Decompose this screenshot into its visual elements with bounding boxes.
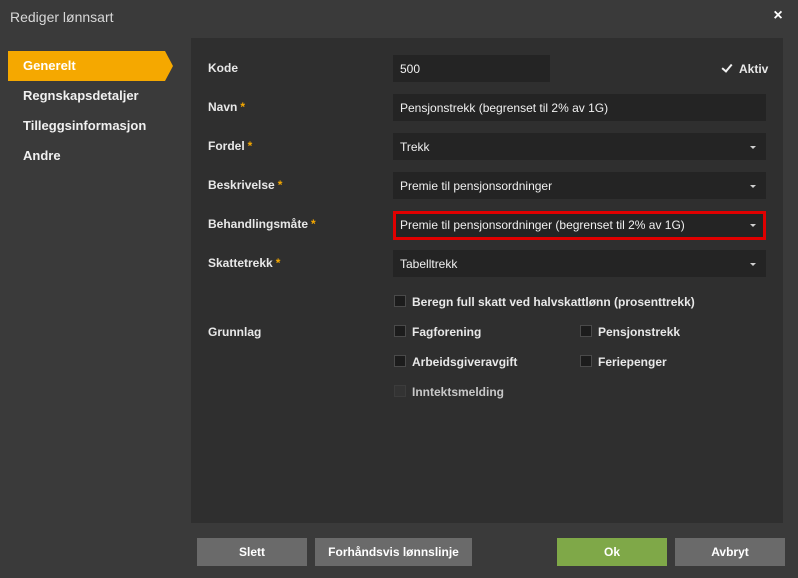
chevron-down-icon — [750, 224, 756, 227]
chevron-down-icon — [750, 263, 756, 266]
beskrivelse-select[interactable]: Premie til pensjonsordninger — [393, 172, 766, 199]
beskrivelse-value: Premie til pensjonsordninger — [400, 179, 553, 193]
aktiv-label: Aktiv — [739, 62, 769, 76]
behandlingsmate-value: Premie til pensjonsordninger (begrenset … — [400, 218, 685, 232]
feriepenger-checkbox[interactable] — [580, 355, 592, 367]
close-icon[interactable]: × — [770, 8, 786, 24]
behandlingsmate-label: Behandlingsmåte * — [208, 217, 316, 231]
grunnlag-label: Grunnlag — [208, 325, 262, 339]
chevron-down-icon — [750, 185, 756, 188]
form-panel: Kode 500 Aktiv Navn * Pensjonstrekk (begr… — [191, 38, 783, 523]
fordel-label: Fordel * — [208, 139, 253, 153]
skattetrekk-label: Skattetrekk * — [208, 256, 281, 270]
skattetrekk-select[interactable]: Tabelltrekk — [393, 250, 766, 277]
ok-button[interactable]: Ok — [557, 538, 667, 566]
aktiv-checkbox[interactable] — [721, 62, 733, 74]
pensjonstrekk-label: Pensjonstrekk — [598, 325, 681, 339]
preview-payslip-line-button[interactable]: Forhåndsvis lønnslinje — [315, 538, 472, 566]
pensjonstrekk-checkbox[interactable] — [580, 325, 592, 337]
delete-button[interactable]: Slett — [197, 538, 307, 566]
sidebar-item-regnskapsdetaljer[interactable]: Regnskapsdetaljer — [8, 81, 178, 111]
sidebar-item-generelt[interactable]: Generelt — [8, 51, 173, 81]
navn-input[interactable]: Pensjonstrekk (begrenset til 2% av 1G) — [393, 94, 766, 121]
full-skatt-label: Beregn full skatt ved halvskattlønn (pro… — [412, 295, 695, 309]
behandlingsmate-select[interactable]: Premie til pensjonsordninger (begrenset … — [393, 211, 766, 240]
fordel-value: Trekk — [400, 140, 430, 154]
navn-label: Navn * — [208, 100, 246, 114]
cancel-button[interactable]: Avbryt — [675, 538, 785, 566]
full-skatt-checkbox[interactable] — [394, 295, 406, 307]
arbeidsgiveravgift-label: Arbeidsgiveravgift — [412, 355, 518, 369]
dialog-title: Rediger lønnsart — [10, 9, 114, 25]
chevron-down-icon — [750, 146, 756, 149]
arbeidsgiveravgift-checkbox[interactable] — [394, 355, 406, 367]
fagforening-label: Fagforening — [412, 325, 482, 339]
sidebar-item-tilleggsinformasjon[interactable]: Tilleggsinformasjon — [8, 111, 178, 141]
dialog-titlebar: Rediger lønnsart × — [0, 0, 798, 34]
edit-wage-type-dialog: Rediger lønnsart × Generelt Regnskapsdet… — [0, 0, 798, 578]
inntektsmelding-checkbox — [394, 385, 406, 397]
kode-input[interactable]: 500 — [393, 55, 550, 82]
beskrivelse-label: Beskrivelse * — [208, 178, 283, 192]
fordel-select[interactable]: Trekk — [393, 133, 766, 160]
skattetrekk-value: Tabelltrekk — [400, 257, 458, 271]
kode-label: Kode — [208, 61, 238, 75]
feriepenger-label: Feriepenger — [598, 355, 667, 369]
inntektsmelding-label: Inntektsmelding — [412, 385, 505, 399]
sidebar-item-andre[interactable]: Andre — [8, 141, 178, 171]
fagforening-checkbox[interactable] — [394, 325, 406, 337]
sidebar-nav: Generelt Regnskapsdetaljer Tilleggsinfor… — [8, 51, 178, 171]
